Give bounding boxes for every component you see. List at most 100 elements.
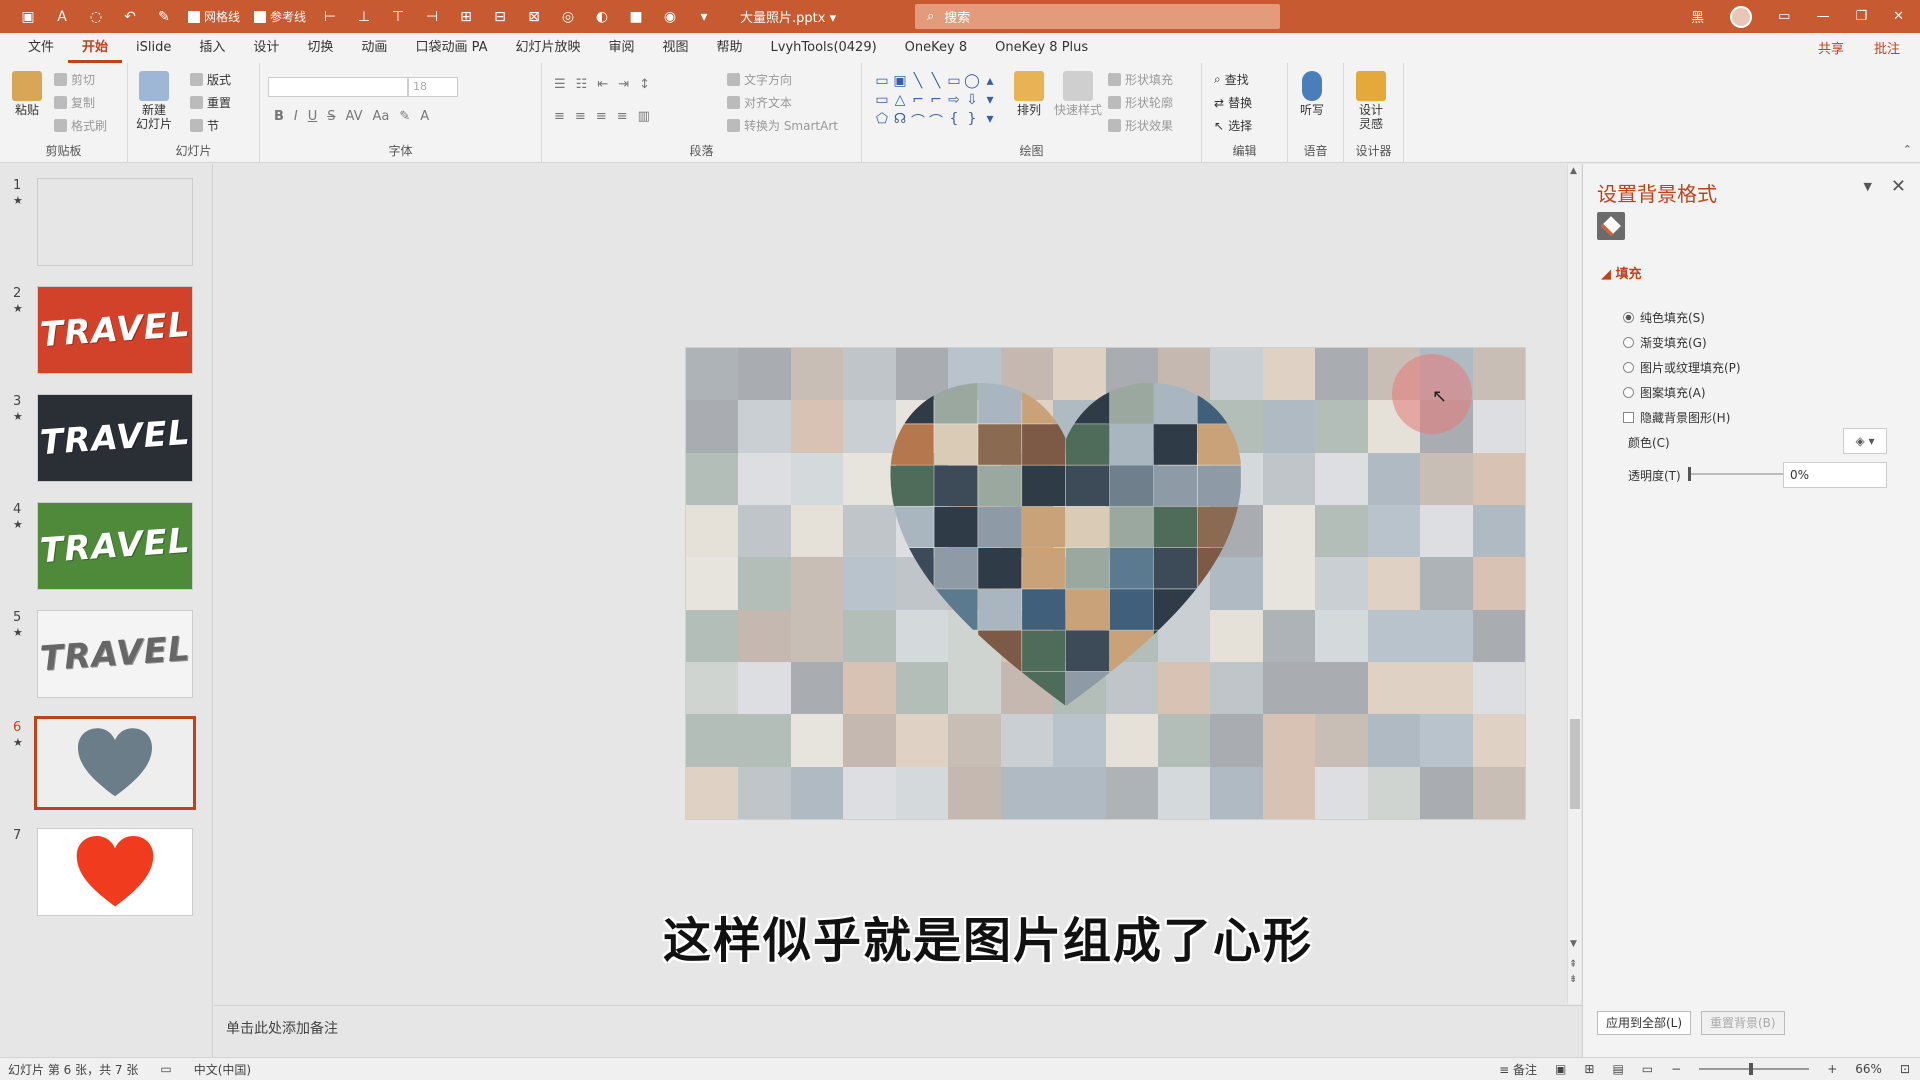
guides-checkbox[interactable]: 参考线	[254, 8, 306, 25]
highlight-icon[interactable]: ✎	[399, 109, 410, 124]
char-spacing-icon[interactable]: AV	[346, 109, 363, 124]
fill-option-3[interactable]: 图案填充(A)	[1623, 384, 1706, 401]
heart-photo-collage[interactable]	[889, 383, 1243, 713]
columns-icon[interactable]: ▥	[638, 109, 650, 124]
bold-icon[interactable]: B	[274, 109, 284, 124]
textbox-icon[interactable]: A	[52, 7, 72, 27]
scrollbar-thumb[interactable]	[1570, 719, 1580, 809]
indent-increase-icon[interactable]: ⇥	[618, 77, 629, 92]
slideshow-icon[interactable]: ▭	[1642, 1062, 1653, 1076]
scroll-down-icon[interactable]: ▼	[1570, 939, 1577, 949]
copy-button[interactable]: 复制	[54, 94, 95, 111]
slide-preview[interactable]: TRAVEL	[37, 394, 193, 482]
transparency-slider[interactable]	[1688, 467, 1783, 481]
search-input[interactable]: ⌕ 搜索	[915, 4, 1280, 29]
color-picker-button[interactable]: ◈ ▾	[1843, 428, 1887, 454]
italic-icon[interactable]: I	[294, 109, 298, 124]
tab-5[interactable]: 切换	[293, 33, 347, 63]
restore-icon[interactable]: ❐	[1855, 9, 1867, 24]
font-size-input[interactable]: 18	[408, 77, 458, 97]
format-painter-icon[interactable]: ✎	[154, 7, 174, 27]
customize-icon[interactable]: ▾	[694, 7, 714, 27]
align-left-icon[interactable]: ⊢	[320, 7, 340, 27]
layout-button[interactable]: 版式	[190, 71, 231, 88]
align-middle-icon[interactable]: ⊣	[422, 7, 442, 27]
align-top-icon[interactable]: ⊤	[388, 7, 408, 27]
fill-option-1[interactable]: 渐变填充(G)	[1623, 334, 1707, 351]
fill-option-4[interactable]: 隐藏背景图形(H)	[1623, 409, 1730, 426]
zoom-out-icon[interactable]: −	[1671, 1062, 1681, 1076]
strikethrough-icon[interactable]: S	[327, 109, 335, 124]
tab-9[interactable]: 审阅	[595, 33, 649, 63]
bullets-icon[interactable]: ☰	[554, 77, 566, 92]
zoom-slider[interactable]	[1699, 1063, 1810, 1075]
tab-14[interactable]: OneKey 8 Plus	[981, 33, 1102, 63]
tab-12[interactable]: LvyhTools(0429)	[757, 33, 891, 63]
tab-0[interactable]: 文件	[14, 33, 68, 63]
slide-preview[interactable]	[37, 178, 193, 266]
record-icon[interactable]: ◉	[660, 7, 680, 27]
merge-shapes-icon[interactable]: ◎	[558, 7, 578, 27]
tab-10[interactable]: 视图	[649, 33, 703, 63]
save-icon[interactable]: ▣	[18, 7, 38, 27]
section-button[interactable]: 节	[190, 117, 219, 134]
text-direction-button[interactable]: 文字方向	[727, 71, 792, 88]
slider-handle[interactable]	[1688, 467, 1691, 481]
dictate-button[interactable]: 听写	[1300, 71, 1324, 117]
design-ideas-button[interactable]: 设计 灵感	[1356, 71, 1386, 131]
scroll-up-icon[interactable]: ▲	[1570, 166, 1577, 176]
quick-styles-button[interactable]: 快速样式	[1054, 71, 1102, 117]
reading-view-icon[interactable]: ▤	[1612, 1062, 1623, 1076]
shape-outline-button[interactable]: 形状轮廓	[1108, 94, 1173, 111]
fill-icon[interactable]: ■	[626, 7, 646, 27]
arrange-button[interactable]: 排列	[1014, 71, 1044, 117]
reset-background-button[interactable]: 重置背景(B)	[1701, 1011, 1785, 1035]
tab-2[interactable]: iSlide	[122, 33, 185, 63]
paste-button[interactable]: 粘贴	[12, 71, 42, 117]
distribute-v-icon[interactable]: ⊟	[490, 7, 510, 27]
tab-3[interactable]: 插入	[185, 33, 239, 63]
close-icon[interactable]: ✕	[1893, 9, 1904, 24]
smartart-button[interactable]: 转换为 SmartArt	[727, 117, 838, 134]
language-indicator[interactable]: 中文(中国)	[194, 1061, 251, 1078]
slide-preview[interactable]	[37, 828, 193, 916]
fit-slide-icon[interactable]: ⊡	[1900, 1062, 1910, 1076]
close-icon[interactable]: ✕	[1891, 176, 1906, 197]
fill-tab[interactable]	[1597, 212, 1625, 240]
spellcheck-icon[interactable]: ▭	[160, 1062, 171, 1076]
tab-6[interactable]: 动画	[347, 33, 401, 63]
avatar[interactable]	[1730, 5, 1753, 28]
justify-icon[interactable]: ≡	[617, 109, 628, 124]
radio-button[interactable]	[1623, 387, 1634, 398]
notes-toggle[interactable]: ≡ 备注	[1499, 1061, 1537, 1078]
zoom-level[interactable]: 66%	[1855, 1062, 1882, 1076]
undo-icon[interactable]: ↶	[120, 7, 140, 27]
distribute-icon[interactable]: ⊞	[456, 7, 476, 27]
change-case-icon[interactable]: Aa	[373, 109, 390, 124]
next-slide-icon[interactable]: ⇟	[1569, 974, 1577, 985]
cut-button[interactable]: 剪切	[54, 71, 95, 88]
align-center-icon[interactable]: ⊥	[354, 7, 374, 27]
find-button[interactable]: ⌕ 查找	[1214, 71, 1249, 88]
tab-7[interactable]: 口袋动画 PA	[401, 33, 501, 63]
radio-button[interactable]	[1623, 362, 1634, 373]
collapse-ribbon-icon[interactable]: ⌃	[1903, 143, 1912, 156]
underline-icon[interactable]: U	[308, 109, 318, 124]
shape-effects-button[interactable]: 形状效果	[1108, 117, 1173, 134]
gridlines-checkbox[interactable]: 网格线	[188, 8, 240, 25]
transparency-input[interactable]: 0%	[1783, 462, 1887, 488]
tab-13[interactable]: OneKey 8	[891, 33, 981, 63]
intersect-icon[interactable]: ◐	[592, 7, 612, 27]
shape-gallery[interactable]: ▭ ▣ ╲ ╲ ▭ ◯ ▴ ▭ △ ⌐ ⌐ ⇨ ⇩ ▾ ⬠ ☊ ⌒ ⌒{} ▾	[873, 73, 1003, 131]
align-left-text-icon[interactable]: ≡	[554, 109, 565, 124]
tab-11[interactable]: 帮助	[703, 33, 757, 63]
share-button[interactable]: 共享	[1818, 38, 1844, 57]
font-color-icon[interactable]: A	[420, 109, 429, 124]
slide-preview[interactable]: TRAVEL	[37, 502, 193, 590]
ribbon-display-icon[interactable]: ▭	[1778, 9, 1790, 24]
zoom-in-icon[interactable]: +	[1827, 1062, 1837, 1076]
slide-sorter-icon[interactable]: ⊞	[1584, 1062, 1594, 1076]
new-slide-button[interactable]: 新建 幻灯片	[136, 71, 172, 131]
tab-1[interactable]: 开始	[68, 33, 123, 63]
select-button[interactable]: ↖ 选择	[1214, 117, 1252, 134]
